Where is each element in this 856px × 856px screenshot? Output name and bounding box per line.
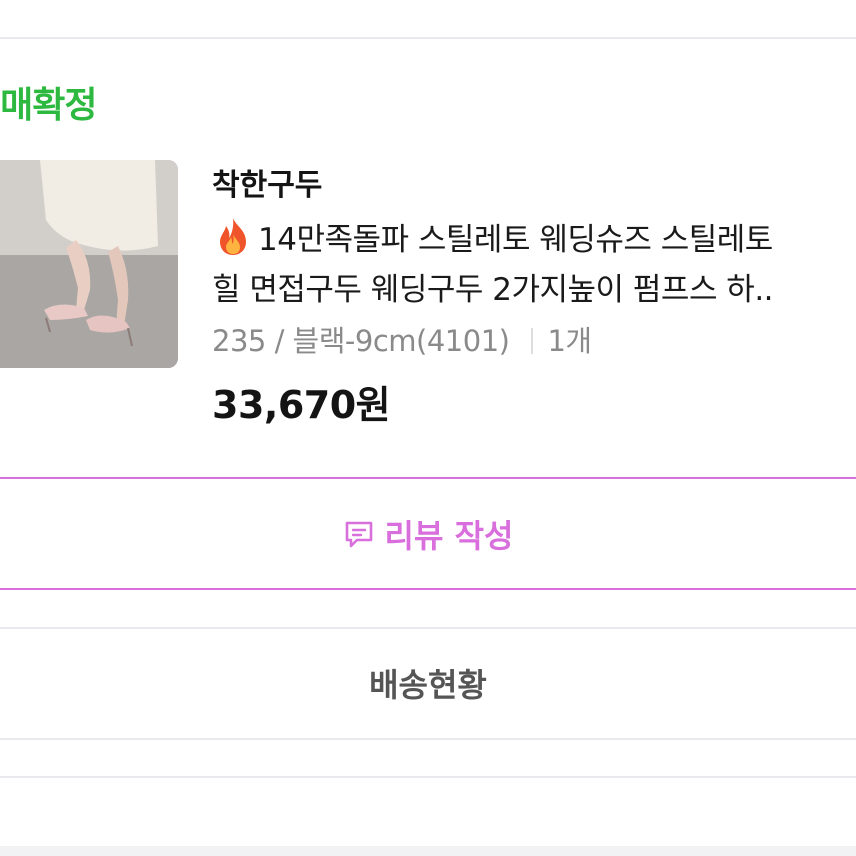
order-status-label: 구매확정 xyxy=(0,85,97,126)
quantity-text: 1개 xyxy=(547,324,592,358)
write-review-label: 리뷰 작성 xyxy=(384,517,514,555)
bottom-band xyxy=(0,846,856,856)
option-separator xyxy=(531,328,534,354)
product-title-line2: 힐 면접구두 웨딩구두 2가지높이 펌프스 하.. xyxy=(212,272,774,308)
fire-icon xyxy=(220,218,246,255)
top-divider xyxy=(0,37,856,39)
review-bottom-border xyxy=(0,588,856,590)
shipping-status-button[interactable]: 배송현황 xyxy=(0,628,856,738)
product-title[interactable]: 14만족돌파 스틸레토 웨딩슈즈 스틸레토 힐 면접구두 웨딩구두 2가지높이 … xyxy=(212,215,856,315)
write-review-button[interactable]: 리뷰 작성 xyxy=(0,479,856,589)
bottom-divider xyxy=(0,776,856,778)
product-title-line1: 14만족돌파 스틸레토 웨딩슈즈 스틸레토 xyxy=(258,222,773,258)
product-price: 33,670원 xyxy=(212,383,391,427)
review-chat-icon xyxy=(345,521,372,548)
product-thumbnail[interactable] xyxy=(0,160,178,368)
shop-name[interactable]: 착한구두 xyxy=(212,160,322,204)
product-option: 235 / 블랙-9cm(4101) 1개 xyxy=(212,318,592,360)
option-text: 235 / 블랙-9cm(4101) xyxy=(212,324,510,358)
shipping-bottom-border xyxy=(0,738,856,740)
product-photo xyxy=(0,160,178,368)
shipping-status-label: 배송현황 xyxy=(369,666,487,704)
